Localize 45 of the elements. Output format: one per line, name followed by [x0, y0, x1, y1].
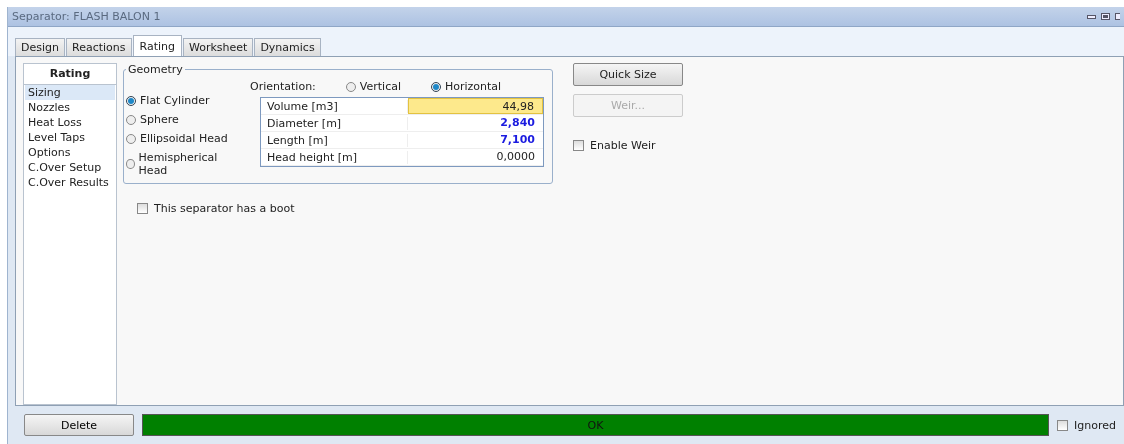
delete-button[interactable]: Delete [24, 414, 134, 436]
value-field[interactable]: 44,98 [408, 98, 543, 114]
sidebar-item[interactable]: Heat Loss [25, 115, 115, 130]
sidebar-item[interactable]: Level Taps [25, 130, 115, 145]
row-label: Length [m] [261, 133, 408, 147]
sidebar-item[interactable]: Options [25, 145, 115, 160]
checkbox[interactable] [1057, 419, 1069, 431]
value-field[interactable]: 7,100 [408, 132, 543, 148]
row-label: Diameter [m] [261, 116, 408, 130]
quick-size-button[interactable]: Quick Size [573, 63, 683, 86]
radio-label: Flat Cylinder [140, 94, 210, 107]
checkbox[interactable] [137, 203, 148, 214]
checkbox-label: This separator has a boot [154, 202, 295, 215]
group-title: Geometry [127, 63, 184, 76]
sidebar-item[interactable]: C.Over Results [25, 175, 115, 190]
tab[interactable]: Dynamics [254, 38, 321, 56]
sidebar-item[interactable]: Sizing [25, 85, 115, 100]
tab[interactable]: Design [15, 38, 65, 56]
radio-label: Sphere [140, 113, 179, 126]
checkbox-label: Ignored [1074, 418, 1116, 432]
row-label: Head height [m] [261, 150, 408, 164]
tab[interactable]: Rating [132, 35, 182, 56]
status-bar: OK [142, 414, 1050, 436]
checkbox-label: Enable Weir [590, 139, 656, 152]
radio-button[interactable] [126, 133, 136, 144]
radio-label: Vertical [359, 80, 401, 93]
radio-button[interactable] [126, 114, 136, 125]
value-field[interactable]: 2,840 [408, 115, 543, 131]
radio-label: Hemispherical Head [138, 151, 219, 177]
radio-button[interactable] [126, 95, 136, 106]
radio-button[interactable] [431, 81, 441, 92]
orientation-label: Orientation: [250, 80, 316, 93]
radio-label: Ellipsoidal Head [140, 132, 228, 145]
checkbox[interactable] [573, 140, 584, 151]
sidebar-item[interactable]: C.Over Setup [25, 160, 115, 175]
restore-icon[interactable] [1101, 13, 1110, 20]
radio-button[interactable] [345, 81, 356, 92]
radio-label: Horizontal [445, 80, 502, 93]
minimize-icon[interactable] [1087, 13, 1096, 20]
value-field[interactable]: 0,0000 [408, 149, 543, 165]
window-title: Separator: FLASH BALON 1 [12, 10, 161, 23]
sidebar-item[interactable]: Nozzles [25, 100, 115, 115]
tab[interactable]: Reactions [66, 38, 132, 56]
radio-button[interactable] [126, 159, 135, 169]
tab[interactable]: Worksheet [182, 38, 254, 56]
